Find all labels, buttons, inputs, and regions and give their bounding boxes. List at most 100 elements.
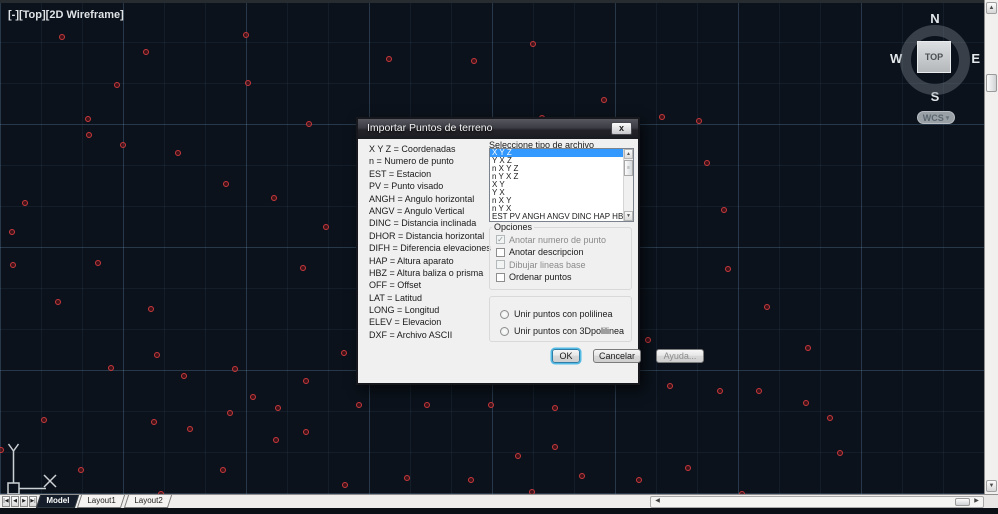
terrain-point: [114, 82, 120, 88]
close-button[interactable]: x: [611, 122, 632, 135]
terrain-point: [181, 373, 187, 379]
terrain-point: [803, 400, 809, 406]
terrain-point: [837, 450, 843, 456]
scroll-left-button[interactable]: ◀: [652, 497, 663, 507]
definition-item: OFF = Offset: [369, 279, 491, 291]
file-type-option[interactable]: X Y: [490, 181, 633, 189]
radio-button-icon[interactable]: [500, 327, 509, 336]
definition-item: PV = Punto visado: [369, 180, 491, 192]
file-type-option[interactable]: Y X: [490, 189, 633, 197]
listbox-scroll-thumb[interactable]: ≡: [624, 160, 633, 176]
terrain-point: [696, 118, 702, 124]
terrain-point: [148, 306, 154, 312]
viewcube-north-label[interactable]: N: [930, 11, 939, 26]
tab-nav-button[interactable]: ◀: [11, 496, 19, 507]
tab-label: Layout1: [87, 495, 115, 506]
terrain-point: [827, 415, 833, 421]
tab-nav-button[interactable]: ▶: [20, 496, 28, 507]
scroll-right-button[interactable]: ▶: [971, 497, 982, 507]
terrain-point: [659, 114, 665, 120]
terrain-point: [275, 405, 281, 411]
wcs-label: WCS: [923, 113, 944, 123]
file-type-option[interactable]: EST PV ANGH ANGV DINC HAP HBZ: [490, 213, 633, 221]
tab-label: Layout2: [134, 495, 162, 506]
file-type-options: X Y ZY X Zn X Y Zn Y X ZX YY Xn X Yn Y X…: [490, 149, 633, 221]
checkbox-unchecked-icon[interactable]: [496, 260, 505, 269]
checkbox-row[interactable]: Anotar descripcion: [496, 247, 631, 257]
checkbox-unchecked-icon[interactable]: [496, 248, 505, 257]
help-button[interactable]: Ayuda...: [656, 349, 704, 363]
terrain-point: [386, 56, 392, 62]
tab-navigation-buttons: |◀◀▶▶|: [2, 496, 37, 507]
definition-item: ELEV = Elevacion: [369, 316, 491, 328]
autocad-window: [-][Top][2D Wireframe] N S W E TOP WCS ▾: [0, 0, 998, 514]
terrain-point: [232, 366, 238, 372]
terrain-point: [667, 383, 673, 389]
horizontal-scroll-thumb[interactable]: [955, 498, 970, 506]
terrain-point: [805, 345, 811, 351]
ucs-axis-icon: [2, 441, 64, 494]
definition-item: DXF = Archivo ASCII: [369, 329, 491, 341]
terrain-point: [143, 49, 149, 55]
viewcube[interactable]: N S W E TOP: [897, 13, 973, 107]
file-type-listbox[interactable]: X Y ZY X Zn X Y Zn Y X ZX YY Xn X Yn Y X…: [489, 148, 634, 222]
wcs-menu[interactable]: WCS ▾: [917, 111, 955, 124]
tab-nav-button[interactable]: |◀: [2, 496, 10, 507]
definition-item: DHOR = Distancia horizontal: [369, 230, 491, 242]
radio-button-icon[interactable]: [500, 310, 509, 319]
scroll-down-button[interactable]: ▼: [986, 480, 997, 492]
radio-label: Unir puntos con polilinea: [514, 309, 613, 319]
terrain-point: [685, 465, 691, 471]
tab-model[interactable]: Model: [36, 495, 79, 508]
radio-row[interactable]: Unir puntos con 3Dpolilinea: [500, 326, 631, 336]
terrain-point: [85, 116, 91, 122]
checkbox-checked-icon[interactable]: ✓: [496, 235, 505, 244]
viewcube-east-label[interactable]: E: [971, 51, 980, 66]
checkbox-row[interactable]: Dibujar lineas base: [496, 260, 631, 270]
terrain-point: [303, 429, 309, 435]
vertical-scroll-thumb[interactable]: [986, 74, 997, 92]
listbox-scroll-up-button[interactable]: ▲: [624, 149, 633, 159]
status-strip: [0, 508, 998, 514]
terrain-point: [645, 337, 651, 343]
terrain-point: [303, 378, 309, 384]
terrain-point: [10, 262, 16, 268]
terrain-point: [721, 207, 727, 213]
checkbox-row[interactable]: Ordenar puntos: [496, 272, 631, 282]
vertical-scrollbar[interactable]: ▲ ▼: [984, 0, 998, 494]
listbox-scroll-down-button[interactable]: ▼: [624, 211, 633, 221]
viewport-controls-label[interactable]: [-][Top][2D Wireframe]: [8, 9, 124, 21]
tab-layout2[interactable]: Layout2: [123, 495, 172, 508]
definition-item: n = Numero de punto: [369, 155, 491, 167]
radio-label: Unir puntos con 3Dpolilinea: [514, 326, 624, 336]
checkbox-unchecked-icon[interactable]: [496, 273, 505, 282]
dialog-titlebar[interactable]: Importar Puntos de terreno x: [358, 119, 638, 139]
horizontal-scrollbar[interactable]: ◀ ▶: [650, 496, 984, 508]
radio-row[interactable]: Unir puntos con polilinea: [500, 309, 631, 319]
cancel-button[interactable]: Cancelar: [593, 349, 641, 363]
listbox-scrollbar[interactable]: ▲ ≡ ▼: [623, 149, 633, 221]
terrain-point: [552, 405, 558, 411]
dialog-buttons: OK Cancelar Ayuda...: [489, 349, 634, 365]
file-type-option[interactable]: n Y X Z: [490, 173, 633, 181]
terrain-point: [227, 410, 233, 416]
terrain-point: [120, 142, 126, 148]
terrain-point: [530, 41, 536, 47]
definition-item: LONG = Longitud: [369, 304, 491, 316]
terrain-point: [636, 477, 642, 483]
definition-item: ANGV = Angulo Vertical: [369, 205, 491, 217]
terrain-point: [59, 34, 65, 40]
checkbox-label: Dibujar lineas base: [509, 260, 586, 270]
terrain-point: [95, 260, 101, 266]
terrain-point: [151, 419, 157, 425]
file-type-option[interactable]: n X Y: [490, 197, 633, 205]
viewcube-top-face[interactable]: TOP: [917, 41, 951, 73]
definition-item: X Y Z = Coordenadas: [369, 143, 491, 155]
tab-layout1[interactable]: Layout1: [77, 495, 126, 508]
scroll-up-button[interactable]: ▲: [986, 2, 997, 14]
terrain-point: [323, 224, 329, 230]
ok-button[interactable]: OK: [552, 349, 580, 363]
abbreviation-definitions-list: X Y Z = Coordenadasn = Numero de puntoES…: [369, 143, 491, 341]
terrain-point: [55, 299, 61, 305]
checkbox-row[interactable]: ✓Anotar numero de punto: [496, 235, 631, 245]
